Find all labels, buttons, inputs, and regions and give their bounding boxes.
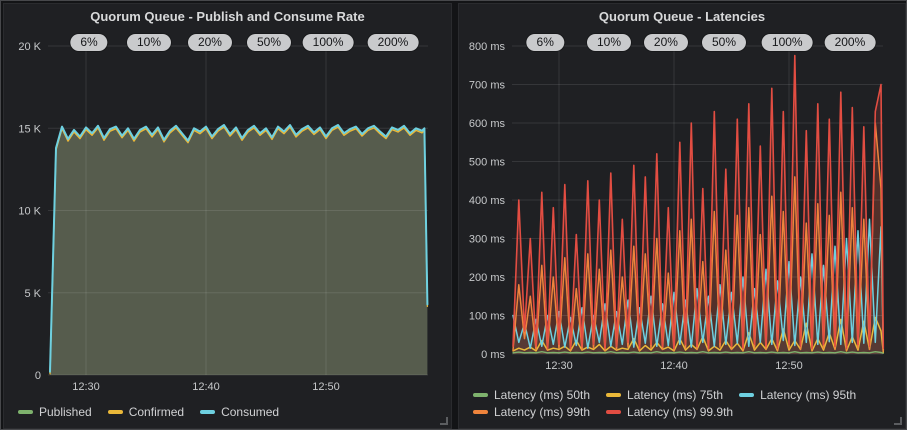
- x-tick-label: 12:50: [312, 381, 340, 393]
- annotation-pill-50pct[interactable]: 50%: [247, 34, 291, 51]
- y-tick-label: 10 K: [18, 206, 41, 218]
- annotation-pill-50pct[interactable]: 50%: [702, 34, 746, 51]
- x-axis-labels: 12:30 12:40 12:50: [545, 360, 803, 372]
- y-tick-label: 800 ms: [469, 41, 506, 53]
- legend-label: Latency (ms) 95th: [760, 388, 856, 402]
- x-tick-label: 12:30: [72, 381, 100, 393]
- legend-item-consumed[interactable]: Consumed: [200, 405, 279, 419]
- legend-color-marker: [473, 393, 488, 397]
- y-axis-labels: 0 5 K 10 K 15 K 20 K: [18, 41, 41, 382]
- legend-color-marker: [200, 410, 215, 414]
- legend-color-marker: [606, 410, 621, 414]
- dashboard: Quorum Queue - Publish and Consume Rate …: [0, 0, 907, 430]
- series-fills: [50, 125, 427, 375]
- y-tick-label: 300 ms: [469, 234, 506, 246]
- series-line-latency-ms-50th: [513, 352, 883, 354]
- legend-item-latency-ms-95th[interactable]: Latency (ms) 95th: [739, 388, 856, 402]
- legend-label: Published: [39, 405, 92, 419]
- y-tick-label: 5 K: [24, 288, 41, 300]
- y-tick-label: 15 K: [18, 123, 41, 135]
- latency-chart-canvas[interactable]: 0 ms 100 ms 200 ms 300 ms 400 ms 500 ms 600 ms…: [459, 4, 907, 430]
- panel-title[interactable]: Quorum Queue - Publish and Consume Rate: [4, 9, 451, 24]
- y-tick-label: 20 K: [18, 41, 41, 53]
- y-tick-label: 200 ms: [469, 272, 506, 284]
- panel-latencies: Quorum Queue - Latencies 0 ms 100 ms 200 m…: [458, 3, 906, 429]
- y-tick-label: 600 ms: [469, 118, 506, 130]
- x-tick-label: 12:40: [192, 381, 220, 393]
- legend-label: Consumed: [221, 405, 279, 419]
- legend-item-latency-ms-50th[interactable]: Latency (ms) 50th: [473, 388, 590, 402]
- legend-color-marker: [18, 410, 33, 414]
- chart-legend: Published Confirmed Consumed: [18, 405, 438, 419]
- legend-item-published[interactable]: Published: [18, 405, 92, 419]
- series-fill-consumed: [50, 125, 427, 375]
- legend-label: Confirmed: [129, 405, 184, 419]
- panel-publish-consume-rate: Quorum Queue - Publish and Consume Rate …: [3, 3, 452, 429]
- y-tick-label: 100 ms: [469, 311, 506, 323]
- legend-color-marker: [606, 393, 621, 397]
- panel-resize-handle[interactable]: [440, 417, 448, 425]
- annotation-pill-10pct[interactable]: 10%: [587, 34, 631, 51]
- chart-legend: Latency (ms) 50th Latency (ms) 75th Latenc…: [473, 388, 883, 419]
- x-axis-labels: 12:30 12:40 12:50: [72, 381, 340, 393]
- legend-color-marker: [739, 393, 754, 397]
- annotation-pill-20pct[interactable]: 20%: [644, 34, 688, 51]
- annotation-pill-20pct[interactable]: 20%: [188, 34, 232, 51]
- y-tick-label: 500 ms: [469, 157, 506, 169]
- legend-item-latency-ms-75th[interactable]: Latency (ms) 75th: [606, 388, 723, 402]
- y-tick-label: 0 ms: [481, 349, 505, 361]
- annotation-pill-100pct[interactable]: 100%: [303, 34, 354, 51]
- legend-label: Latency (ms) 99th: [494, 405, 590, 419]
- annotation-pill-10pct[interactable]: 10%: [127, 34, 171, 51]
- legend-color-marker: [473, 410, 488, 414]
- legend-item-latency-ms-99th[interactable]: Latency (ms) 99th: [473, 405, 590, 419]
- legend-label: Latency (ms) 75th: [627, 388, 723, 402]
- annotation-pill-6pct[interactable]: 6%: [527, 34, 564, 51]
- panel-title[interactable]: Quorum Queue - Latencies: [459, 9, 905, 24]
- x-tick-label: 12:30: [545, 360, 573, 372]
- annotation-pill-6pct[interactable]: 6%: [70, 34, 107, 51]
- rate-chart-canvas[interactable]: 0 5 K 10 K 15 K 20 K 12:30 12:40 12:50: [4, 4, 453, 430]
- legend-color-marker: [108, 410, 123, 414]
- legend-label: Latency (ms) 99.9th: [627, 405, 733, 419]
- y-axis-labels: 0 ms 100 ms 200 ms 300 ms 400 ms 500 ms 600 ms…: [469, 41, 506, 361]
- y-tick-label: 400 ms: [469, 195, 506, 207]
- annotation-pill-200pct[interactable]: 200%: [825, 34, 876, 51]
- x-tick-label: 12:40: [660, 360, 688, 372]
- x-tick-label: 12:50: [775, 360, 803, 372]
- panel-resize-handle[interactable]: [894, 417, 902, 425]
- y-tick-label: 700 ms: [469, 80, 506, 92]
- annotation-pill-100pct[interactable]: 100%: [762, 34, 813, 51]
- legend-item-confirmed[interactable]: Confirmed: [108, 405, 184, 419]
- legend-label: Latency (ms) 50th: [494, 388, 590, 402]
- y-tick-label: 0: [35, 370, 41, 382]
- legend-item-latency-ms-99-9th[interactable]: Latency (ms) 99.9th: [606, 405, 733, 419]
- annotation-pill-200pct[interactable]: 200%: [368, 34, 419, 51]
